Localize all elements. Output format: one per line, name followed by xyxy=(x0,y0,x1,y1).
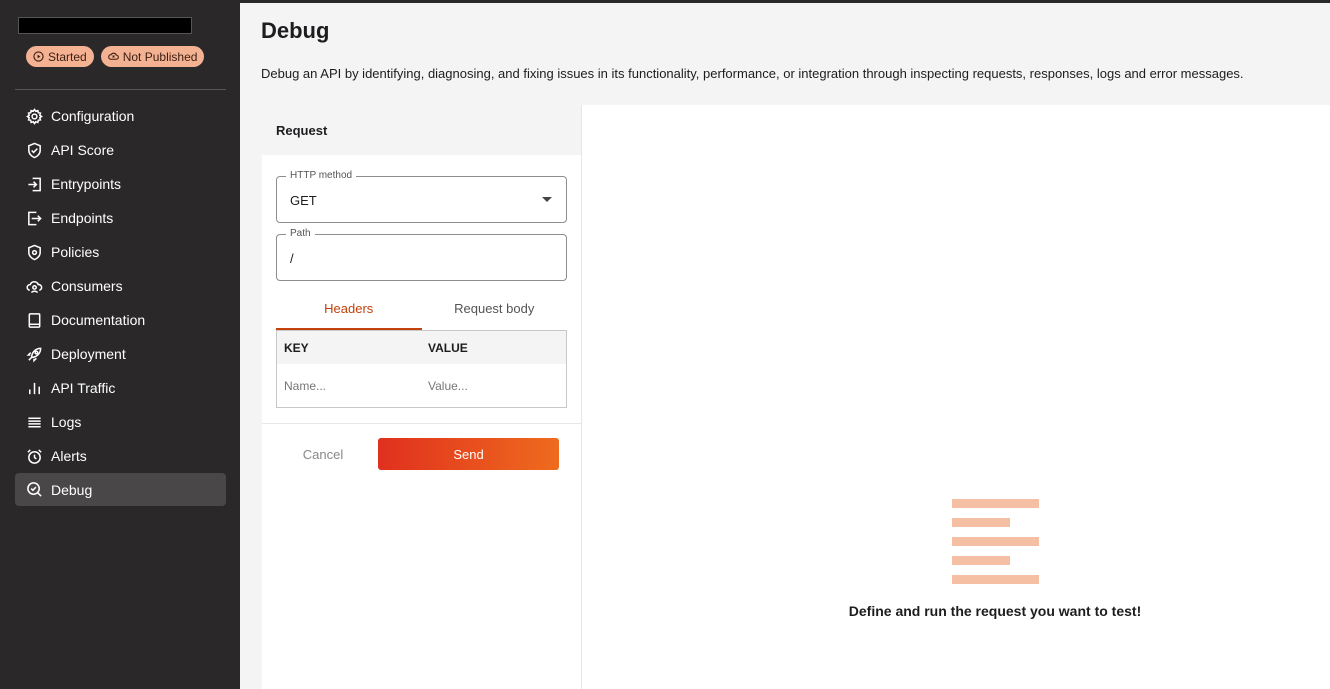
top-border xyxy=(240,0,1330,3)
sidebar-item-entrypoints[interactable]: Entrypoints xyxy=(15,167,226,201)
status-badge-started: Started xyxy=(26,46,94,67)
sidebar-item-label: Entrypoints xyxy=(51,176,122,192)
cloud-off-icon xyxy=(107,52,119,60)
sidebar: Started Not Published Configuration API … xyxy=(0,0,240,689)
status-badge-not-published: Not Published xyxy=(100,46,205,67)
status-badge-label: Started xyxy=(48,49,87,64)
sidebar-item-endpoints[interactable]: Endpoints xyxy=(15,201,226,235)
tab-headers[interactable]: Headers xyxy=(276,295,422,330)
sidebar-item-label: Alerts xyxy=(51,448,87,464)
debug-panel: Request HTTP method GET Path / Headers R… xyxy=(262,105,1330,689)
sidebar-item-deployment[interactable]: Deployment xyxy=(15,337,226,371)
gear-icon xyxy=(26,107,43,125)
sidebar-item-label: Configuration xyxy=(51,108,135,124)
request-column: Request HTTP method GET Path / Headers R… xyxy=(262,105,582,689)
request-header: Request xyxy=(262,105,581,155)
exit-arrow-icon xyxy=(28,211,42,225)
sidebar-item-alerts[interactable]: Alerts xyxy=(15,439,226,473)
alarm-clock-icon xyxy=(27,448,42,464)
sidebar-item-label: API Score xyxy=(51,142,115,158)
sidebar-divider xyxy=(15,89,226,90)
path-input[interactable]: Path / xyxy=(276,228,567,281)
sidebar-item-label: API Traffic xyxy=(51,380,116,396)
sidebar-item-configuration[interactable]: Configuration xyxy=(15,99,226,133)
chevron-down-icon xyxy=(542,197,552,202)
path-value: / xyxy=(290,251,294,266)
http-method-select[interactable]: HTTP method GET xyxy=(276,170,567,223)
send-button[interactable]: Send xyxy=(378,438,559,470)
list-icon xyxy=(28,416,41,428)
sidebar-item-debug[interactable]: Debug xyxy=(15,473,226,506)
request-tabs: Headers Request body xyxy=(276,295,567,330)
headers-table-header: KEY VALUE xyxy=(277,331,566,364)
cancel-button[interactable]: Cancel xyxy=(290,438,356,470)
page-title: Debug xyxy=(261,18,330,43)
tab-request-body[interactable]: Request body xyxy=(422,295,568,330)
bar-chart-icon xyxy=(29,382,40,394)
path-label: Path xyxy=(286,228,315,239)
shield-gear-icon xyxy=(28,244,41,260)
api-name-redacted xyxy=(18,17,192,34)
page-description: Debug an API by identifying, diagnosing,… xyxy=(261,66,1244,81)
sidebar-item-label: Policies xyxy=(51,244,100,260)
sidebar-item-api-traffic[interactable]: API Traffic xyxy=(15,371,226,405)
header-value-input[interactable]: Value... xyxy=(421,379,565,393)
header-key-input[interactable]: Name... xyxy=(277,379,421,393)
sidebar-item-label: Documentation xyxy=(51,312,146,328)
search-check-icon xyxy=(27,482,42,497)
sidebar-nav: Configuration API Score Entrypoints Endp… xyxy=(15,99,226,506)
entry-arrow-icon xyxy=(28,177,41,191)
sidebar-item-label: Logs xyxy=(51,414,82,430)
sidebar-item-documentation[interactable]: Documentation xyxy=(15,303,226,337)
shield-check-icon xyxy=(28,142,41,158)
headers-table: KEY VALUE Name... Value... xyxy=(276,330,567,408)
rocket-icon xyxy=(26,347,42,362)
sidebar-item-label: Debug xyxy=(51,481,93,498)
actions-divider xyxy=(262,423,582,424)
sidebar-item-label: Endpoints xyxy=(51,210,114,226)
book-icon xyxy=(28,312,41,328)
column-header-value: VALUE xyxy=(428,340,468,355)
play-circle-icon xyxy=(33,51,44,62)
sidebar-item-api-score[interactable]: API Score xyxy=(15,133,226,167)
status-badges: Started Not Published xyxy=(26,46,205,67)
sidebar-item-consumers[interactable]: Consumers xyxy=(15,269,226,303)
empty-state-message: Define and run the request you want to t… xyxy=(848,603,1142,619)
sidebar-item-logs[interactable]: Logs xyxy=(15,405,226,439)
http-method-value: GET xyxy=(290,193,317,208)
sidebar-item-label: Consumers xyxy=(51,278,123,294)
status-badge-label: Not Published xyxy=(122,49,198,64)
http-method-label: HTTP method xyxy=(286,170,357,181)
empty-state-lines-icon xyxy=(952,499,1039,584)
table-row: Name... Value... xyxy=(277,364,566,407)
column-header-key: KEY xyxy=(284,340,309,355)
cloud-user-icon xyxy=(26,280,43,293)
sidebar-item-policies[interactable]: Policies xyxy=(15,235,226,269)
sidebar-item-label: Deployment xyxy=(51,346,126,362)
